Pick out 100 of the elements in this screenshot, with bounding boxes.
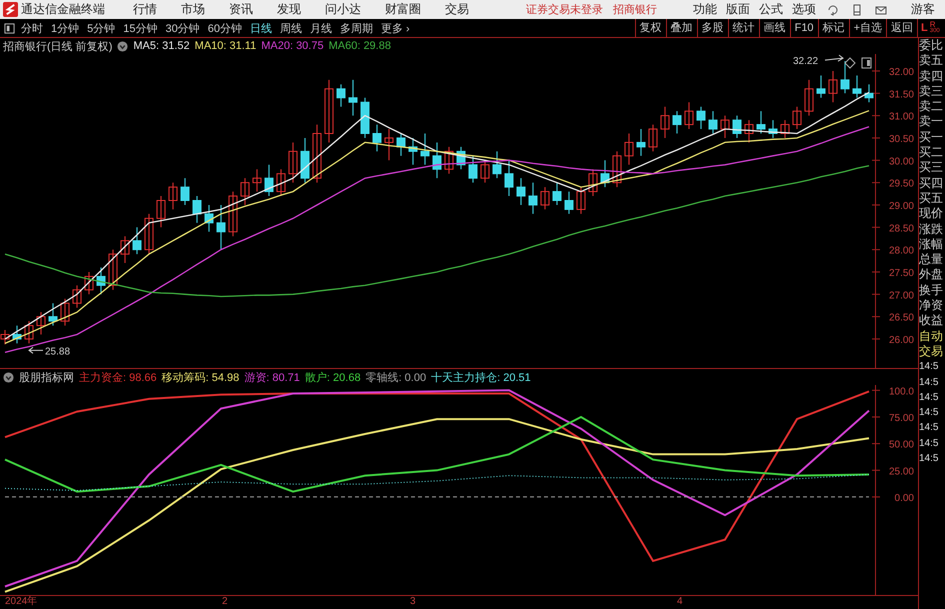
candlestick [132, 226, 142, 255]
y-tick-label: 29.00 [888, 200, 914, 212]
candlestick [444, 146, 454, 174]
status-link[interactable]: 证券交易未登录 [526, 2, 603, 17]
period-tab[interactable]: 30分钟 [166, 20, 200, 36]
period-tab[interactable]: 60分钟 [208, 20, 242, 36]
candlestick [684, 102, 694, 130]
quote-label: 总量 [919, 252, 944, 268]
menu-item[interactable]: 发现 [277, 1, 301, 18]
quote-label: 卖五 [919, 53, 944, 69]
date-label: 2024年 [5, 596, 38, 608]
period-tab[interactable]: 日线 [250, 20, 272, 36]
candlestick [648, 124, 658, 152]
menu-item[interactable]: 财富圈 [385, 1, 421, 18]
toolbar-button[interactable]: 复权 [634, 19, 666, 37]
menu-item[interactable]: 市场 [181, 1, 205, 18]
candlestick [528, 182, 538, 214]
candlestick [216, 204, 226, 250]
indicator-value: 散户: 20.68 [304, 370, 361, 384]
candlestick [660, 106, 670, 138]
candlestick [540, 186, 550, 210]
phone-icon[interactable] [851, 4, 863, 16]
period-tab[interactable]: 周线 [280, 20, 302, 36]
toolbar-button[interactable]: +自选 [848, 19, 886, 37]
refresh-icon[interactable] [827, 4, 839, 16]
indicator-value: 零轴线: 0.00 [366, 370, 426, 384]
toolbar-button[interactable]: 返回 [886, 19, 917, 37]
quote-label: 买一 [919, 130, 944, 146]
quote-label: 自动 [919, 328, 944, 344]
candlestick [840, 60, 850, 94]
toolbar-button[interactable]: 叠加 [666, 19, 697, 37]
quote-label: 买三 [919, 160, 944, 176]
settings-icon[interactable] [117, 40, 128, 52]
candlestick [504, 160, 514, 197]
candlestick [228, 191, 238, 237]
period-tab[interactable]: 多周期 [340, 20, 373, 36]
menu-item[interactable]: 行情 [133, 1, 157, 18]
candlestick [744, 120, 754, 143]
y-tick-label: 28.00 [888, 246, 914, 257]
period-tab[interactable]: 1分钟 [51, 20, 80, 36]
toolbar-button[interactable]: 画线 [758, 19, 790, 37]
y-tick-label: 50.00 [888, 440, 914, 451]
period-tab[interactable]: 15分钟 [123, 20, 158, 36]
menu-item[interactable]: 问小达 [325, 1, 361, 18]
period-tab[interactable]: 更多 › [381, 20, 410, 36]
mail-icon[interactable] [875, 4, 887, 16]
logo-icon [3, 2, 18, 17]
candlestick [288, 142, 298, 184]
chart-title: 股朋指标网 [19, 370, 74, 384]
quote-label: 14:5 [919, 406, 940, 420]
period-tab[interactable]: 月线 [310, 20, 332, 36]
quote-label: 涨跌 [919, 222, 944, 237]
period-tab[interactable]: 分时 [21, 20, 43, 36]
quote-label: 委比 [919, 38, 944, 54]
user-label[interactable]: 游客 [911, 1, 935, 18]
candlestick [720, 115, 730, 138]
indicator-value: 移动筹码: 54.98 [162, 370, 240, 384]
quote-label: 外盘 [919, 267, 944, 283]
quote-label: 14:5 [919, 436, 940, 451]
date-label: 3 [410, 596, 416, 608]
candlestick [72, 284, 82, 308]
y-tick-label: 32.00 [888, 66, 914, 78]
indicator-value: MA60: 29.88 [328, 40, 391, 52]
menu-item[interactable]: 功能 [693, 1, 717, 18]
status-link[interactable]: 招商银行 [613, 2, 657, 17]
toolbar-button[interactable]: F10 [790, 19, 818, 37]
quote-label: 卖三 [919, 84, 944, 100]
indicator-value: 游资: 80.71 [244, 370, 300, 384]
candlestick [348, 79, 358, 116]
toolbar-button[interactable]: 多股 [696, 19, 728, 37]
toolbar-button[interactable]: 标记 [818, 19, 849, 37]
panel-toggle-icon[interactable] [4, 22, 15, 34]
y-tick-label: 30.00 [888, 156, 914, 168]
candlestick [828, 70, 838, 103]
quote-label: 卖一 [919, 114, 944, 130]
y-tick-label: 29.50 [888, 178, 914, 190]
settings-icon[interactable] [3, 372, 14, 382]
quote-label: 14:5 [919, 390, 940, 405]
app-title: 通达信金融终端 [21, 1, 105, 18]
menu-item[interactable]: 选项 [792, 1, 816, 18]
menu-item[interactable]: 资讯 [229, 1, 253, 18]
candlestick [396, 133, 406, 156]
toolbar-button[interactable]: 统计 [728, 19, 759, 37]
menu-item[interactable]: 公式 [759, 1, 783, 18]
corner-label[interactable]: L [921, 22, 928, 34]
diamond-icon[interactable] [844, 57, 856, 69]
quote-label: 净资 [919, 298, 944, 314]
menu-item[interactable]: 交易 [445, 1, 469, 18]
candlestick [312, 124, 322, 184]
y-tick-label: 25.00 [888, 466, 914, 478]
candlestick [180, 178, 190, 206]
quote-label: 14:5 [919, 452, 940, 466]
menu-item[interactable]: 版面 [726, 1, 750, 18]
candlestick [672, 110, 682, 134]
candlestick [264, 164, 274, 197]
panel-toggle-icon[interactable] [862, 58, 872, 68]
period-tab[interactable]: 5分钟 [87, 20, 116, 36]
leader-line [28, 346, 44, 354]
quote-label: 卖四 [919, 68, 944, 84]
candlestick [156, 196, 166, 228]
